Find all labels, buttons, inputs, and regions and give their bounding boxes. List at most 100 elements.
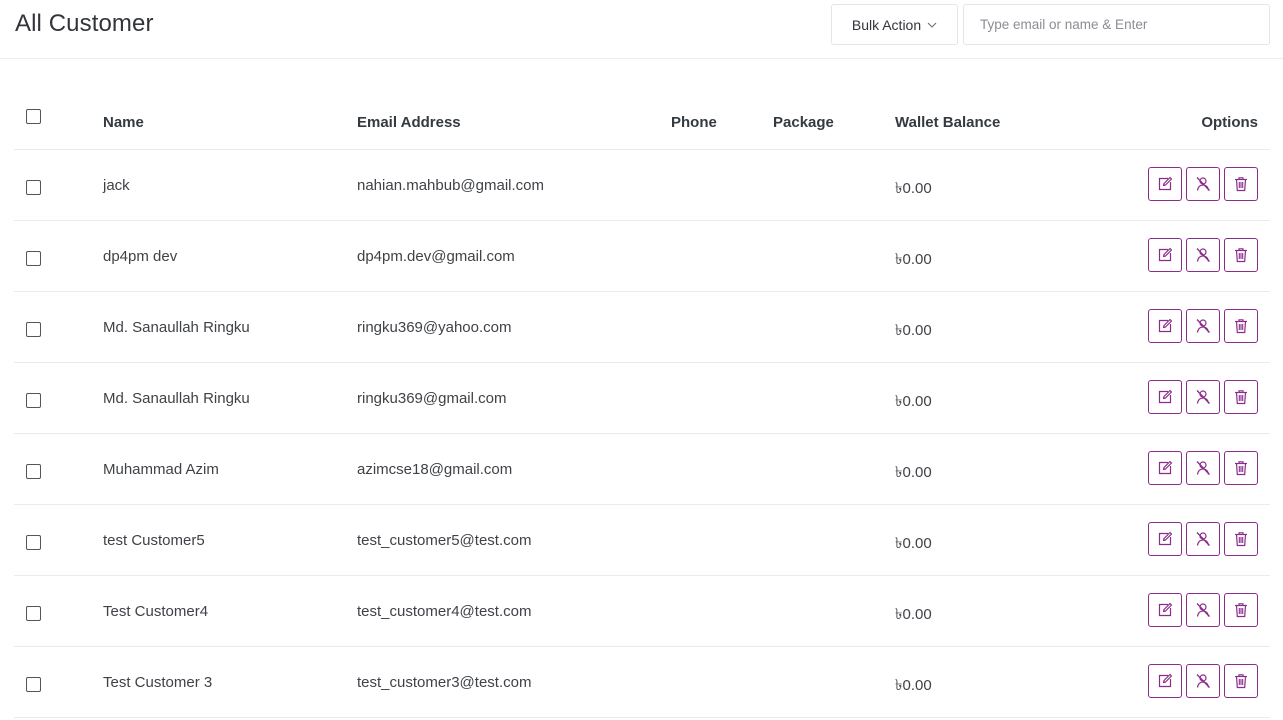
- row-options: [1148, 522, 1258, 556]
- row-checkbox[interactable]: [26, 393, 41, 408]
- customer-wallet-balance: ৳0.00: [895, 535, 932, 552]
- customer-email: ringku369@yahoo.com: [357, 319, 512, 336]
- row-checkbox[interactable]: [26, 322, 41, 337]
- customer-name: Test Customer4: [103, 603, 209, 620]
- edit-button[interactable]: [1148, 309, 1182, 343]
- column-header-name[interactable]: Name: [103, 114, 144, 131]
- customer-name: Md. Sanaullah Ringku: [103, 319, 250, 336]
- delete-button[interactable]: [1224, 593, 1258, 627]
- customer-email: nahian.mahbub@gmail.com: [357, 177, 544, 194]
- user-slash-icon: [1195, 602, 1211, 618]
- customer-name: Muhammad Azim: [103, 461, 219, 478]
- delete-button[interactable]: [1224, 664, 1258, 698]
- customer-wallet-balance: ৳0.00: [895, 180, 932, 197]
- customer-email: ringku369@gmail.com: [357, 390, 507, 407]
- trash-icon: [1233, 176, 1249, 192]
- customer-name: Test Customer 3: [103, 674, 213, 691]
- row-options: [1148, 238, 1258, 272]
- edit-icon: [1157, 318, 1173, 334]
- table-row: Muhammad Azim azimcse18@gmail.com ৳0.00: [14, 434, 1270, 505]
- customer-wallet-balance: ৳0.00: [895, 606, 932, 623]
- ban-user-button[interactable]: [1186, 167, 1220, 201]
- customer-name: test Customer5: [103, 532, 205, 549]
- delete-button[interactable]: [1224, 522, 1258, 556]
- column-header-phone[interactable]: Phone: [671, 114, 717, 131]
- ban-user-button[interactable]: [1186, 309, 1220, 343]
- customer-name: Md. Sanaullah Ringku: [103, 390, 250, 407]
- row-options: [1148, 593, 1258, 627]
- row-options: [1148, 664, 1258, 698]
- customer-email: azimcse18@gmail.com: [357, 461, 513, 478]
- table-row: Test Customer 3 test_customer3@test.com …: [14, 647, 1270, 718]
- customer-name: jack: [103, 177, 130, 194]
- row-options: [1148, 167, 1258, 201]
- customer-email: test_customer5@test.com: [357, 532, 532, 549]
- bulk-action-label: Bulk Action: [851, 16, 922, 33]
- page-title: All Customer: [15, 10, 154, 37]
- trash-icon: [1233, 602, 1249, 618]
- trash-icon: [1233, 460, 1249, 476]
- select-all-checkbox[interactable]: [26, 109, 41, 124]
- row-checkbox[interactable]: [26, 606, 41, 621]
- table-row: test Customer5 test_customer5@test.com ৳…: [14, 505, 1270, 576]
- row-options: [1148, 309, 1258, 343]
- customer-wallet-balance: ৳0.00: [895, 322, 932, 339]
- table-row: dp4pm dev dp4pm.dev@gmail.com ৳0.00: [14, 221, 1270, 292]
- customer-wallet-balance: ৳0.00: [895, 464, 932, 481]
- customer-wallet-balance: ৳0.00: [895, 677, 932, 694]
- customer-email: dp4pm.dev@gmail.com: [357, 248, 515, 265]
- row-checkbox[interactable]: [26, 677, 41, 692]
- column-header-package[interactable]: Package: [773, 114, 834, 131]
- edit-icon: [1157, 389, 1173, 405]
- edit-button[interactable]: [1148, 380, 1182, 414]
- bulk-action-dropdown[interactable]: Bulk Action: [831, 4, 958, 45]
- customer-wallet-balance: ৳0.00: [895, 251, 932, 268]
- table-row: Md. Sanaullah Ringku ringku369@yahoo.com…: [14, 292, 1270, 363]
- customer-name: dp4pm dev: [103, 248, 178, 265]
- row-checkbox[interactable]: [26, 180, 41, 195]
- edit-icon: [1157, 247, 1173, 263]
- row-checkbox[interactable]: [26, 535, 41, 550]
- edit-button[interactable]: [1148, 664, 1182, 698]
- trash-icon: [1233, 247, 1249, 263]
- column-header-wallet-balance[interactable]: Wallet Balance: [895, 114, 1000, 131]
- row-options: [1148, 380, 1258, 414]
- customer-wallet-balance: ৳0.00: [895, 393, 932, 410]
- ban-user-button[interactable]: [1186, 664, 1220, 698]
- delete-button[interactable]: [1224, 238, 1258, 272]
- customer-email: test_customer3@test.com: [357, 674, 532, 691]
- edit-button[interactable]: [1148, 522, 1182, 556]
- ban-user-button[interactable]: [1186, 522, 1220, 556]
- edit-icon: [1157, 176, 1173, 192]
- ban-user-button[interactable]: [1186, 451, 1220, 485]
- row-checkbox[interactable]: [26, 251, 41, 266]
- table-row: Test Customer4 test_customer4@test.com ৳…: [14, 576, 1270, 647]
- edit-button[interactable]: [1148, 451, 1182, 485]
- delete-button[interactable]: [1224, 451, 1258, 485]
- edit-icon: [1157, 531, 1173, 547]
- ban-user-button[interactable]: [1186, 593, 1220, 627]
- edit-button[interactable]: [1148, 238, 1182, 272]
- column-header-options: Options: [1201, 114, 1258, 131]
- column-header-email[interactable]: Email Address: [357, 114, 461, 131]
- edit-button[interactable]: [1148, 167, 1182, 201]
- customer-email: test_customer4@test.com: [357, 603, 532, 620]
- table-header: Name Email Address Phone Package Wallet …: [14, 84, 1270, 150]
- table-body: jack nahian.mahbub@gmail.com ৳0.00 dp4pm…: [14, 150, 1270, 718]
- ban-user-button[interactable]: [1186, 238, 1220, 272]
- table-row: jack nahian.mahbub@gmail.com ৳0.00: [14, 150, 1270, 221]
- delete-button[interactable]: [1224, 380, 1258, 414]
- row-checkbox[interactable]: [26, 464, 41, 479]
- user-slash-icon: [1195, 389, 1211, 405]
- customer-table: Name Email Address Phone Package Wallet …: [14, 84, 1270, 718]
- user-slash-icon: [1195, 531, 1211, 547]
- delete-button[interactable]: [1224, 167, 1258, 201]
- chevron-down-icon: [927, 22, 937, 28]
- ban-user-button[interactable]: [1186, 380, 1220, 414]
- delete-button[interactable]: [1224, 309, 1258, 343]
- user-slash-icon: [1195, 176, 1211, 192]
- edit-icon: [1157, 602, 1173, 618]
- search-input[interactable]: [963, 4, 1270, 45]
- edit-button[interactable]: [1148, 593, 1182, 627]
- trash-icon: [1233, 389, 1249, 405]
